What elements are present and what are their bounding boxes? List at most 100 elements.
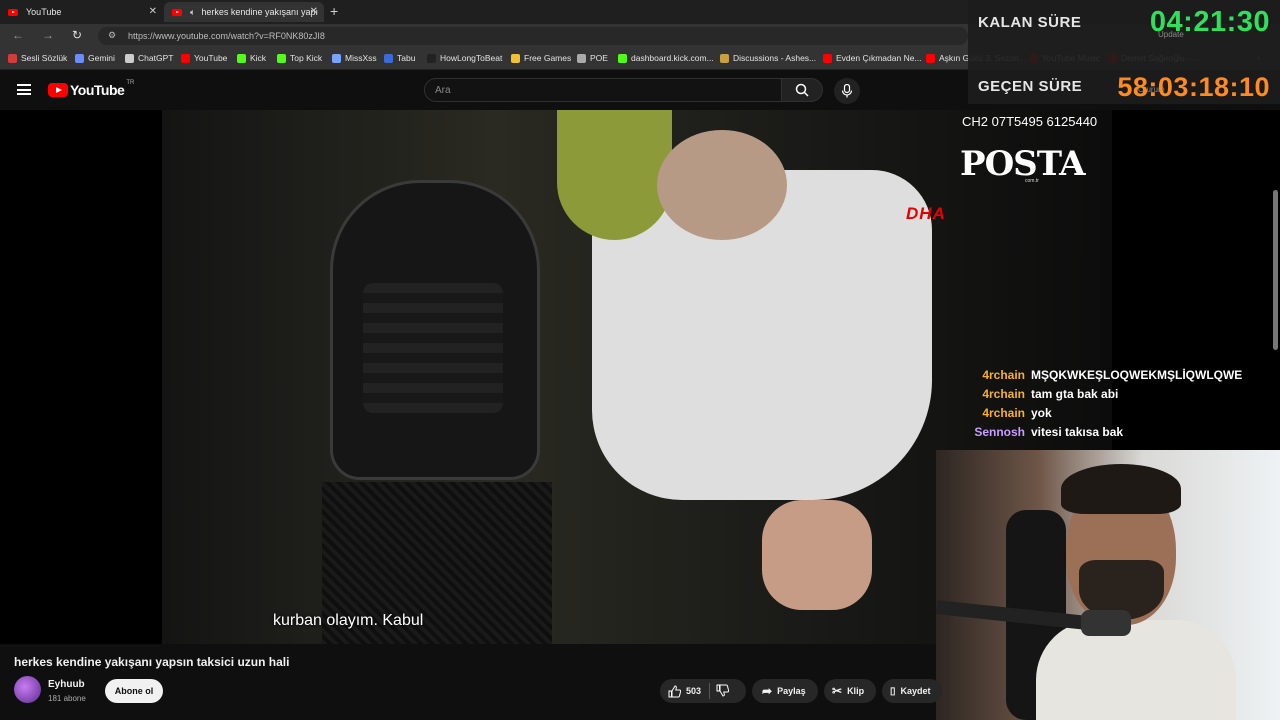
bookmark-favicon-icon [427,53,436,63]
elapsed-time-label: GEÇEN SÜRE [978,78,1083,95]
bookmark-item[interactable]: HowLongToBeat [427,53,502,63]
forward-arrow-icon[interactable]: → [42,28,54,42]
region-code: TR [126,80,135,86]
bookmark-item[interactable]: ChatGPT [125,53,173,63]
hand-image [762,500,872,610]
clip-button[interactable]: ✂ Klip [824,679,876,703]
like-button[interactable]: 503 [660,684,701,698]
bookmark-label: ChatGPT [138,53,174,63]
bookmark-favicon-icon [277,53,286,63]
bookmark-item[interactable]: dashboard.kick.com... [618,53,714,63]
bookmark-favicon-icon [125,53,134,63]
bookmark-item[interactable]: Tabu [384,53,415,63]
url-text: https://www.youtube.com/watch?v=RF0NK80z… [128,31,325,41]
bookmark-item[interactable]: Evden Çıkmadan Ne... [823,53,922,63]
dislike-button[interactable] [716,684,730,699]
channel-avatar[interactable] [14,676,41,703]
bookmark-item[interactable]: Sesli Sözlük [8,53,67,63]
bookmark-favicon-icon [511,53,520,63]
video-title: herkes kendine yakışanı yapsın taksici u… [14,655,290,669]
page-scrollbar[interactable] [1273,190,1278,350]
search-placeholder: Ara [435,85,451,96]
elapsed-time-value: 58:03:18:10 [1117,72,1270,102]
clip-label: Klip [847,686,865,696]
thumbs-up-icon [668,684,681,697]
menu-icon[interactable] [17,84,31,95]
bookmark-label: Top Kick [290,53,323,63]
chat-message: 4rchain tam gta bak abi [972,385,1272,404]
share-label: Paylaş [777,686,806,696]
bookmark-item[interactable]: POE [577,53,608,63]
bookmark-label: Discussions - Ashes... [733,53,817,63]
bookmark-item[interactable]: Gemini [75,53,115,63]
like-divider [709,683,711,699]
bookmark-item[interactable]: MissXss [332,53,377,63]
subscribe-button[interactable]: Abone ol [105,679,163,703]
remaining-time-value: 04:21:30 [1149,6,1270,38]
save-label: Kaydet [900,686,931,696]
channel-name[interactable]: Eyhuub [48,679,85,690]
bookmark-item[interactable]: Kick [237,53,266,63]
browser-tab-video[interactable]: 🔈︎ herkes kendine yakışanı yapı ✕ [164,2,324,22]
chat-username: Sennosh [974,425,1025,439]
search-icon [795,83,809,97]
youtube-logo-icon [48,83,68,97]
search-input[interactable]: Ara [424,78,782,102]
bookmark-label: Free Games [524,53,572,63]
close-icon[interactable]: ✕ [310,6,318,17]
chat-text: vitesi takısa bak [1031,425,1124,439]
bookmark-item[interactable]: YouTube [181,53,227,63]
bookmark-favicon-icon [181,53,190,63]
bookmark-label: HowLongToBeat [440,53,503,63]
youtube-logo[interactable]: YouTube TR [48,80,135,98]
youtube-favicon-icon [172,8,182,16]
like-dislike-group: 503 [660,679,746,703]
save-button[interactable]: ▯ Kaydet [882,679,942,703]
share-button[interactable]: ➦ Paylaş [752,679,818,703]
bookmark-favicon-icon [8,53,17,63]
new-tab-button[interactable]: + [330,3,338,19]
bookmark-label: dashboard.kick.com... [631,53,714,63]
bookmark-favicon-icon [926,53,935,63]
bookmark-item[interactable]: Top Kick [277,53,322,63]
cap-image [557,110,672,240]
bookmark-item[interactable]: Free Games [511,53,571,63]
voice-search-button[interactable] [834,78,860,104]
stream-chat: 4rchain MŞQKWKEŞLOQWEKMŞLİQWLQWE 4rchain ta… [972,366,1272,442]
tab-label: YouTube [26,7,62,17]
reload-icon[interactable]: ↻ [72,28,82,42]
bookmark-label: Tabu [397,53,416,63]
thumbs-down-icon [716,684,730,697]
speaker-icon: 🔈︎ [190,6,196,17]
bookmark-item[interactable]: Discussions - Ashes... [720,53,816,63]
share-icon: ➦ [762,684,773,698]
bookmark-label: Kick [250,53,267,63]
bookmark-favicon-icon [577,53,586,63]
chat-message: 4rchain yok [972,404,1272,423]
site-info-icon[interactable]: ⚙︎ [108,30,116,41]
subscriber-count: 181 abone [48,694,86,703]
browser-tab-youtube[interactable]: YouTube ✕ [0,2,163,22]
chat-username: 4rchain [982,387,1025,401]
bookmark-label: Sesli Sözlük [21,53,68,63]
chat-text: MŞQKWKEŞLOQWEKMŞLİQWLQWE [1031,368,1243,382]
youtube-logo-text: YouTube [70,82,125,98]
url-field[interactable]: ⚙︎ https://www.youtube.com/watch?v=RF0NK… [98,27,968,45]
close-icon[interactable]: ✕ [149,6,157,17]
youtube-favicon-icon [8,8,18,16]
bookmark-favicon-icon [618,53,627,63]
back-arrow-icon[interactable]: ← [12,28,24,42]
bookmark-label: Evden Çıkmadan Ne... [836,53,922,63]
streamer-hair-image [1061,464,1181,514]
bookmark-favicon-icon [720,53,729,63]
streamer-webcam [936,450,1280,720]
video-subtitle: kurban olayım. Kabul [273,612,424,629]
bookmark-label: POE [590,53,608,63]
bookmark-icon: ▯ [890,685,896,697]
microphone-icon [841,84,853,98]
chat-message: Sennosh vitesi takısa bak [972,423,1272,442]
camera-channel-info: CH2 07T5495 6125440 [962,114,1098,129]
tab-label: herkes kendine yakışanı yapı [201,7,318,17]
microphone-image [1081,610,1131,636]
search-button[interactable] [781,78,823,102]
